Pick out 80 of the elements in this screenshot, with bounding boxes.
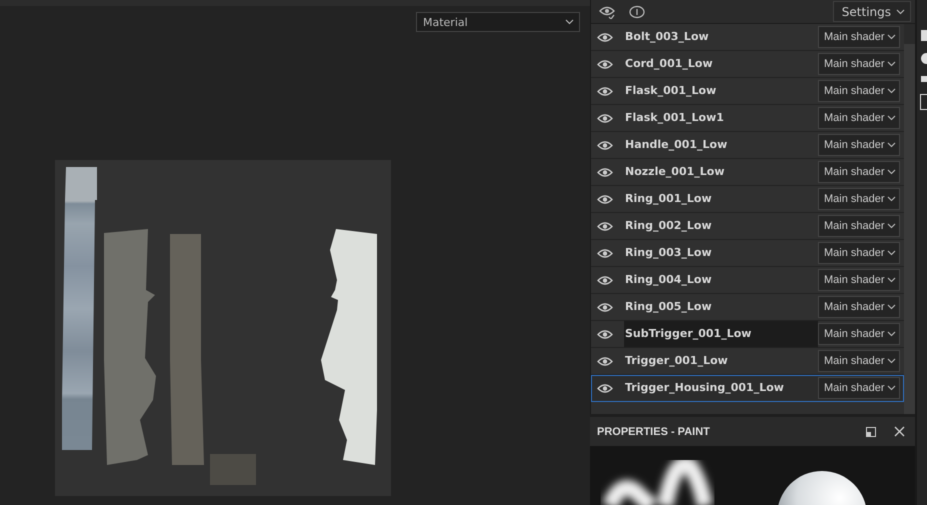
eye-icon[interactable] (597, 220, 613, 232)
chevron-down-icon (887, 61, 896, 67)
layer-name: Flask_001_Low1 (624, 110, 725, 126)
eye-icon[interactable] (597, 194, 613, 204)
eye-icon[interactable] (597, 302, 613, 312)
shader-dropdown[interactable]: Main shader (818, 215, 900, 237)
chevron-down-icon (887, 358, 896, 364)
layer-name: Trigger_001_Low (624, 353, 729, 369)
chevron-down-icon (887, 223, 896, 229)
shader-dropdown[interactable]: Main shader (818, 269, 900, 291)
layer-row[interactable]: Cord_001_Low Main shader (591, 51, 904, 78)
layer-name: Cord_001_Low (624, 56, 714, 72)
layer-row[interactable]: Ring_002_Low Main shader (591, 213, 904, 240)
eye-icon[interactable] (597, 274, 613, 286)
chevron-down-icon (887, 277, 896, 283)
layer-name: Ring_004_Low (624, 272, 713, 288)
layer-row[interactable]: Ring_003_Low Main shader (591, 240, 904, 267)
layer-name: Flask_001_Low (624, 83, 718, 99)
layer-row[interactable]: Trigger_001_Low Main shader (591, 348, 904, 375)
chevron-down-icon (887, 196, 896, 202)
eye-icon[interactable] (597, 58, 613, 70)
layer-row[interactable]: Flask_001_Low Main shader (591, 78, 904, 105)
layer-row[interactable]: Ring_001_Low Main shader (591, 186, 904, 213)
layer-row[interactable]: SubTrigger_001_Low Main shader (591, 321, 904, 348)
layer-row[interactable]: Nozzle_001_Low Main shader (591, 159, 904, 186)
layer-name: Bolt_003_Low (624, 29, 710, 45)
chevron-down-icon (564, 19, 575, 25)
layer-name: Ring_001_Low (624, 191, 713, 207)
chevron-down-icon (887, 142, 896, 148)
settings-dropdown[interactable]: Settings (832, 1, 911, 22)
close-icon[interactable] (894, 426, 905, 437)
shader-dropdown[interactable]: Main shader (818, 53, 900, 75)
shader-dropdown[interactable]: Main shader (818, 323, 900, 345)
chevron-down-icon (887, 304, 896, 310)
layer-name: Ring_002_Low (624, 218, 713, 234)
shader-dropdown[interactable]: Main shader (818, 188, 900, 210)
eye-icon[interactable] (597, 356, 613, 366)
chevron-down-icon (887, 331, 896, 337)
layer-row[interactable]: Bolt_003_Low Main shader (591, 24, 904, 51)
chevron-down-icon (896, 8, 905, 14)
eye-refresh-icon[interactable] (599, 4, 615, 18)
chevron-down-icon (887, 34, 896, 40)
shader-dropdown[interactable]: Main shader (818, 80, 900, 102)
chevron-down-icon (887, 385, 896, 391)
material-dropdown[interactable]: Material (416, 12, 580, 32)
layer-name: Handle_001_Low (624, 137, 728, 153)
layer-name: SubTrigger_001_Low (624, 321, 818, 347)
layer-row[interactable]: Ring_004_Low Main shader (591, 267, 904, 294)
shader-dropdown[interactable]: Main shader (818, 107, 900, 129)
eye-icon[interactable] (597, 140, 613, 150)
eye-icon[interactable] (597, 166, 613, 178)
shader-dropdown[interactable]: Main shader (818, 296, 900, 318)
shader-dropdown[interactable]: Main shader (818, 350, 900, 372)
undock-icon[interactable] (866, 426, 876, 436)
layer-row[interactable]: Flask_001_Low1 Main shader (591, 105, 904, 132)
layer-row[interactable]: Handle_001_Low Main shader (591, 132, 904, 159)
eye-icon[interactable] (597, 86, 613, 96)
eye-icon[interactable] (597, 328, 613, 340)
chevron-down-icon (887, 250, 896, 256)
info-icon[interactable] (629, 4, 645, 18)
eye-icon[interactable] (597, 248, 613, 258)
panel-title: PROPERTIES - PAINT (597, 426, 710, 438)
shader-dropdown[interactable]: Main shader (818, 26, 900, 48)
chevron-down-icon (887, 169, 896, 175)
layer-name: Ring_003_Low (624, 245, 713, 261)
layer-name: Trigger_Housing_001_Low (624, 380, 785, 396)
layer-row[interactable]: Ring_005_Low Main shader (591, 294, 904, 321)
eye-icon[interactable] (597, 32, 613, 42)
layer-name: Nozzle_001_Low (624, 164, 726, 180)
shader-dropdown[interactable]: Main shader (818, 377, 900, 399)
eye-icon[interactable] (597, 112, 613, 124)
shader-dropdown[interactable]: Main shader (818, 161, 900, 183)
chevron-down-icon (887, 88, 896, 94)
shader-dropdown[interactable]: Main shader (818, 134, 900, 156)
layer-name: Ring_005_Low (624, 299, 713, 315)
chevron-down-icon (887, 115, 896, 121)
layer-row[interactable]: Trigger_Housing_001_Low Main shader (591, 375, 904, 402)
frame-icon[interactable] (920, 94, 927, 110)
eye-icon[interactable] (597, 382, 613, 394)
shader-dropdown[interactable]: Main shader (818, 242, 900, 264)
